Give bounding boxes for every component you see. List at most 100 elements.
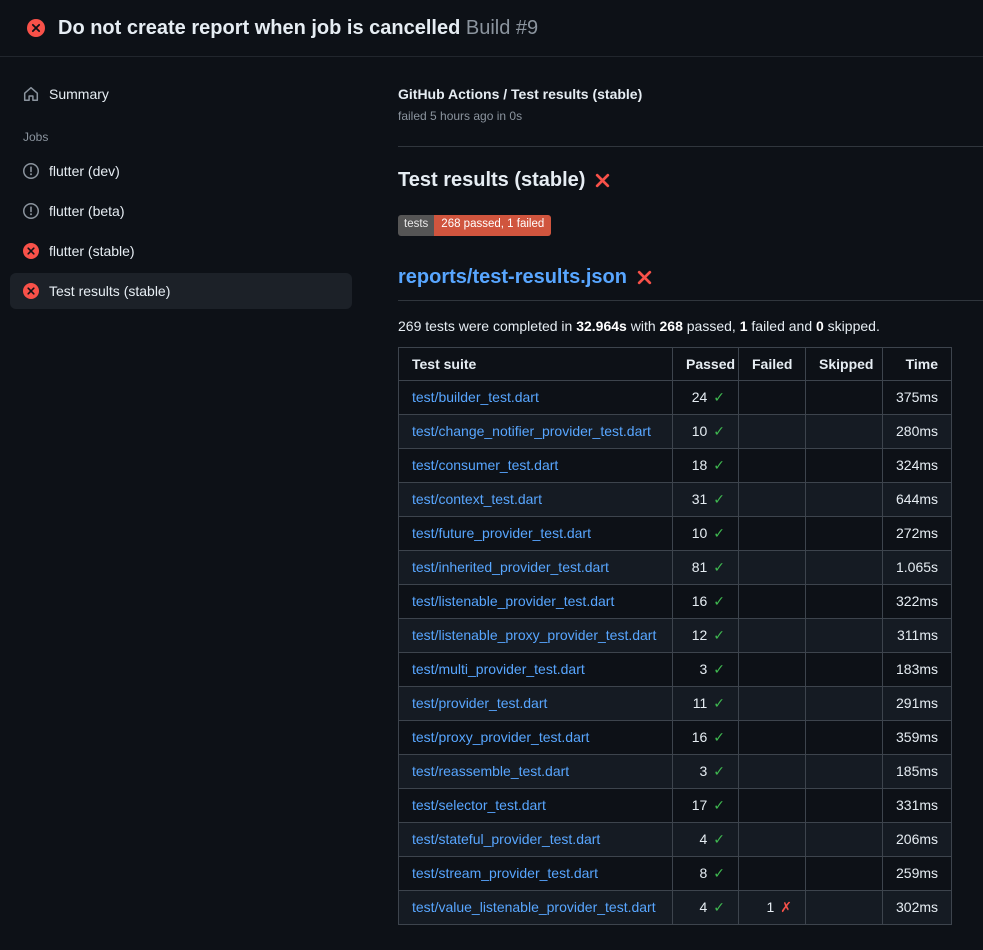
- test-suite-link[interactable]: test/consumer_test.dart: [412, 457, 558, 473]
- table-row: test/context_test.dart31✓644ms: [399, 482, 952, 516]
- test-suite-cell: test/multi_provider_test.dart: [399, 652, 673, 686]
- results-table: Test suite Passed Failed Skipped Time te…: [398, 347, 952, 925]
- test-passed-cell: 3✓: [673, 754, 739, 788]
- summary-skipped: 0: [816, 318, 824, 334]
- test-suite-link[interactable]: test/provider_test.dart: [412, 695, 547, 711]
- test-suite-cell: test/builder_test.dart: [399, 380, 673, 414]
- test-failed-cell: [739, 754, 806, 788]
- test-suite-link[interactable]: test/multi_provider_test.dart: [412, 661, 585, 677]
- column-header-passed: Passed: [673, 347, 739, 380]
- table-row: test/multi_provider_test.dart3✓183ms: [399, 652, 952, 686]
- test-time-cell: 1.065s: [883, 550, 952, 584]
- main-content: GitHub Actions / Test results (stable) f…: [398, 57, 983, 925]
- test-passed-count: 17: [692, 797, 708, 813]
- check-icon: ✓: [713, 661, 725, 677]
- neutral-status-icon: [23, 203, 39, 219]
- table-row: test/value_listenable_provider_test.dart…: [399, 890, 952, 924]
- test-suite-link[interactable]: test/listenable_provider_test.dart: [412, 593, 614, 609]
- test-suite-link[interactable]: test/builder_test.dart: [412, 389, 539, 405]
- home-icon: [23, 86, 39, 102]
- summary-passed: 268: [660, 318, 683, 334]
- test-suite-link[interactable]: test/reassemble_test.dart: [412, 763, 569, 779]
- check-icon: ✓: [713, 593, 725, 609]
- column-header-skipped: Skipped: [806, 347, 883, 380]
- table-row: test/listenable_proxy_provider_test.dart…: [399, 618, 952, 652]
- column-header-failed: Failed: [739, 347, 806, 380]
- run-title: Do not create report when job is cancell…: [58, 17, 460, 39]
- test-passed-count: 18: [692, 457, 708, 473]
- table-row: test/listenable_provider_test.dart16✓322…: [399, 584, 952, 618]
- test-passed-cell: 3✓: [673, 652, 739, 686]
- test-skipped-cell: [806, 822, 883, 856]
- report-link[interactable]: reports/test-results.json: [398, 266, 627, 289]
- column-header-time: Time: [883, 347, 952, 380]
- test-passed-count: 8: [699, 865, 707, 881]
- job-label: flutter (beta): [49, 201, 124, 221]
- test-suite-cell: test/future_provider_test.dart: [399, 516, 673, 550]
- table-header-row: Test suite Passed Failed Skipped Time: [399, 347, 952, 380]
- test-suite-link[interactable]: test/context_test.dart: [412, 491, 542, 507]
- test-failed-count: 1: [766, 899, 774, 915]
- table-row: test/stateful_provider_test.dart 4 ✓ 206ms: [399, 822, 952, 856]
- test-passed-cell: 31✓: [673, 482, 739, 516]
- test-skipped-cell: [806, 856, 883, 890]
- test-passed-count: 12: [692, 627, 708, 643]
- test-suite-link[interactable]: test/selector_test.dart: [412, 797, 546, 813]
- test-skipped-cell: [806, 448, 883, 482]
- sidebar-item-test-results-stable[interactable]: Test results (stable): [10, 273, 352, 309]
- check-icon: ✓: [713, 763, 725, 779]
- test-skipped-cell: [806, 754, 883, 788]
- summary-duration: 32.964s: [576, 318, 627, 334]
- test-time-cell: 280ms: [883, 414, 952, 448]
- test-passed-cell: 8✓: [673, 856, 739, 890]
- test-suite-cell: test/change_notifier_provider_test.dart: [399, 414, 673, 448]
- test-suite-cell: test/reassemble_test.dart: [399, 754, 673, 788]
- test-suite-link[interactable]: test/change_notifier_provider_test.dart: [412, 423, 651, 439]
- check-icon: ✓: [713, 525, 725, 541]
- table-row: test/reassemble_test.dart3✓185ms: [399, 754, 952, 788]
- test-time-cell: 324ms: [883, 448, 952, 482]
- failed-status-icon: [23, 243, 39, 259]
- test-failed-cell: [739, 584, 806, 618]
- fail-x-icon: [636, 269, 653, 286]
- test-passed-count: 10: [692, 423, 708, 439]
- test-failed-cell: [739, 686, 806, 720]
- check-icon: ✓: [713, 831, 725, 847]
- test-skipped-cell: [806, 482, 883, 516]
- test-suite-link[interactable]: test/proxy_provider_test.dart: [412, 729, 589, 745]
- sidebar-item-flutter-dev[interactable]: flutter (dev): [10, 153, 352, 189]
- test-suite-cell: test/stream_provider_test.dart: [399, 856, 673, 890]
- test-failed-cell: [739, 550, 806, 584]
- test-passed-cell: 16✓: [673, 720, 739, 754]
- test-skipped-cell: [806, 686, 883, 720]
- test-skipped-cell: [806, 584, 883, 618]
- test-suite-link[interactable]: test/future_provider_test.dart: [412, 525, 591, 541]
- check-icon: ✓: [713, 491, 725, 507]
- sidebar-item-flutter-beta[interactable]: flutter (beta): [10, 193, 352, 229]
- badge-label: tests: [398, 215, 434, 236]
- test-failed-cell: [739, 856, 806, 890]
- test-suite-link[interactable]: test/listenable_proxy_provider_test.dart: [412, 627, 656, 643]
- test-time-cell: 206ms: [883, 822, 952, 856]
- test-passed-cell: 24✓: [673, 380, 739, 414]
- test-suite-link[interactable]: test/value_listenable_provider_test.dart: [412, 899, 656, 915]
- table-row: test/inherited_provider_test.dart81✓1.06…: [399, 550, 952, 584]
- table-row: test/consumer_test.dart 18 ✓ 324ms: [399, 448, 952, 482]
- test-suite-link[interactable]: test/stream_provider_test.dart: [412, 865, 598, 881]
- check-icon: ✓: [713, 457, 725, 473]
- test-suite-link[interactable]: test/inherited_provider_test.dart: [412, 559, 609, 575]
- test-failed-cell: [739, 448, 806, 482]
- sidebar-item-summary[interactable]: Summary: [10, 76, 352, 112]
- check-icon: ✓: [713, 695, 725, 711]
- check-icon: ✓: [713, 797, 725, 813]
- test-failed-cell: [739, 618, 806, 652]
- sidebar-item-flutter-stable[interactable]: flutter (stable): [10, 233, 352, 269]
- test-passed-count: 11: [693, 695, 708, 711]
- tests-badge: tests 268 passed, 1 failed: [398, 215, 551, 236]
- test-passed-count: 4: [699, 831, 707, 847]
- test-passed-count: 3: [699, 763, 707, 779]
- test-passed-cell: 10✓: [673, 516, 739, 550]
- page-body: Summary Jobs flutter (dev) flutter (beta…: [0, 57, 983, 925]
- test-passed-count: 16: [692, 729, 708, 745]
- test-suite-link[interactable]: test/stateful_provider_test.dart: [412, 831, 600, 847]
